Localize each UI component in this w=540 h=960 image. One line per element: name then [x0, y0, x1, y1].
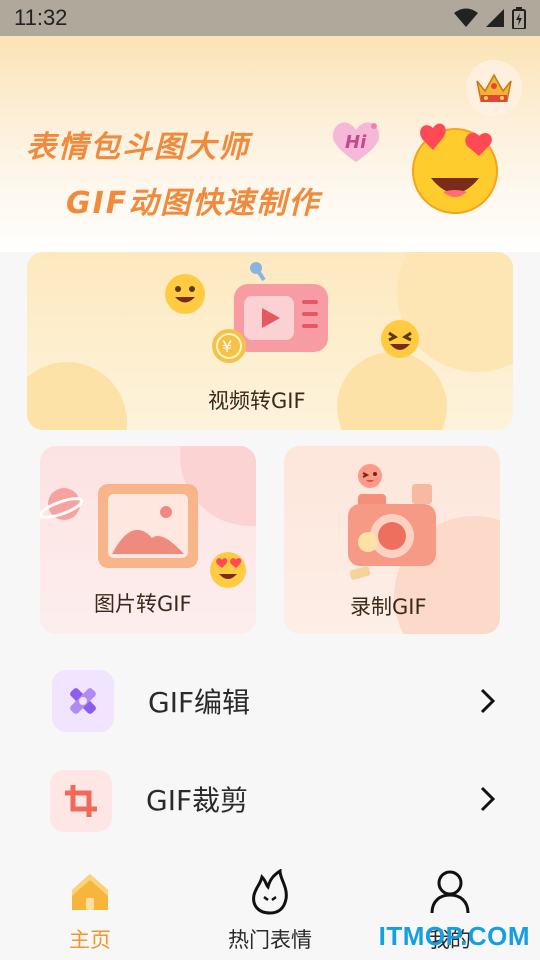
list-item-gif-edit[interactable]: GIF编辑 — [0, 656, 540, 746]
status-icons — [454, 7, 526, 29]
record-gif-card[interactable]: 录制GIF — [284, 446, 500, 634]
video-to-gif-card[interactable]: ¥ 视频转GIF — [27, 252, 513, 430]
coin-icon: ¥ — [212, 329, 246, 363]
tab-hot-stickers[interactable]: 热门表情 — [180, 856, 360, 960]
decor-circle — [27, 362, 127, 430]
video-to-gif-label: 视频转GIF — [208, 389, 306, 413]
status-time: 11:32 — [14, 5, 68, 30]
banner-title: 表情包斗图大师 — [26, 130, 250, 165]
image-to-gif-card[interactable]: 图片转GIF — [40, 446, 256, 634]
chevron-right-icon — [480, 688, 496, 714]
home-icon — [72, 874, 108, 910]
banner-subtitle: GIF动图快速制作 — [66, 186, 321, 221]
tab-home[interactable]: 主页 — [0, 856, 180, 960]
planet-icon — [40, 488, 84, 520]
gif-crop-label: GIF裁剪 — [146, 784, 249, 817]
decor-circle — [337, 352, 447, 430]
signal-icon — [486, 9, 504, 27]
site-watermark: ITMOP.COM — [378, 921, 530, 951]
record-gif-label: 录制GIF — [350, 595, 427, 619]
image-to-gif-label: 图片转GIF — [94, 592, 192, 616]
svg-text:¥: ¥ — [222, 337, 232, 356]
fire-icon — [252, 869, 288, 915]
list-item-gif-crop[interactable]: GIF裁剪 — [0, 754, 540, 844]
crown-icon — [476, 73, 512, 102]
heart-eyes-emoji — [210, 552, 246, 588]
tab-home-label: 主页 — [69, 928, 111, 952]
puzzle-edit-icon — [70, 688, 96, 714]
hi-heart-sticker: Hi — [332, 122, 380, 162]
gif-crop-icon-tile — [50, 770, 112, 832]
picture-frame-icon — [98, 484, 198, 568]
heart-eyes-emoji — [412, 123, 498, 214]
laughing-emoji — [381, 320, 419, 358]
battery-icon — [512, 7, 526, 29]
user-icon — [430, 870, 470, 914]
status-bar: 11:32 — [0, 0, 540, 36]
tv-icon — [234, 262, 328, 352]
tab-hot-stickers-label: 热门表情 — [228, 928, 312, 952]
gif-edit-icon-tile — [52, 670, 114, 732]
gif-edit-label: GIF编辑 — [148, 686, 251, 719]
hi-text: Hi — [345, 132, 367, 153]
wifi-icon — [454, 8, 478, 27]
vip-crown-button[interactable] — [466, 60, 522, 116]
chevron-right-icon — [480, 786, 496, 812]
camera-icon — [348, 484, 436, 580]
smile-emoji — [165, 274, 205, 314]
hero-banner: 表情包斗图大师 GIF动图快速制作 Hi — [0, 36, 540, 252]
crop-icon — [65, 785, 97, 817]
